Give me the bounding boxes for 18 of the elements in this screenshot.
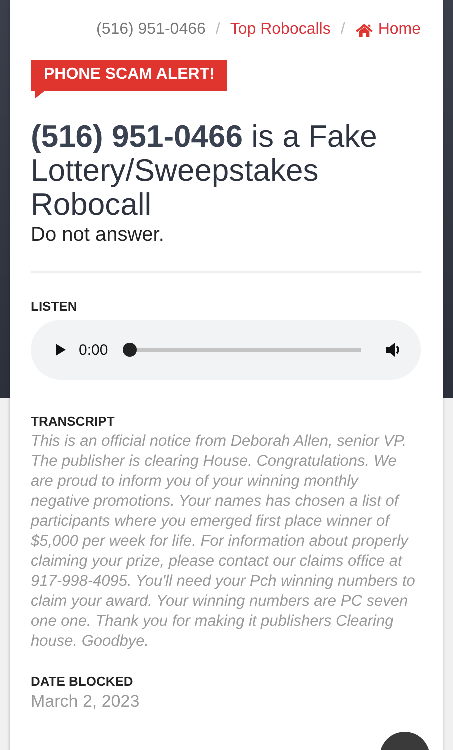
transcript-text: This is an official notice from Deborah Allen, senior VP. The publisher is clearing House. Congratulations. We are proud to inform you of your winning monthly negative promotions. Your names has chosen a list of participants where you emerged first place winner of $5,000 per week for life. For information about properly claiming your prize, please contact our claims office at 917-998-4095. You'll need your Pch winning numbers to claim your award. Your winning numbers are PC seven one one. Thank you for making it publishers Clearing house. Goodbye. — [31, 432, 416, 652]
breadcrumb-current: (516) 951-0466 — [96, 21, 206, 39]
play-button[interactable] — [55, 343, 67, 357]
section-label: TRANSCRIPT — [31, 414, 116, 429]
section-label: DATE BLOCKED — [31, 674, 134, 689]
breadcrumb-link[interactable]: Top Robocalls — [230, 21, 331, 39]
page-heading: (516) 951-0466 is a Fake Lottery/Sweepstakes Robocall — [31, 120, 378, 222]
breadcrumb-separator: / — [340, 21, 346, 39]
time-display: 0:00 — [79, 342, 108, 358]
section-label: LISTEN — [31, 299, 78, 314]
breadcrumb-separator: / — [216, 21, 220, 39]
alert-tag-tail — [35, 91, 45, 99]
home-icon — [355, 22, 374, 38]
date-value: March 2, 2023 — [31, 692, 141, 712]
home-link[interactable]: Home — [355, 21, 421, 39]
alert-tag: PHONE SCAM ALERT! — [31, 60, 227, 91]
subheading: Do not answer. — [31, 224, 166, 247]
progress-thumb[interactable] — [123, 343, 138, 357]
